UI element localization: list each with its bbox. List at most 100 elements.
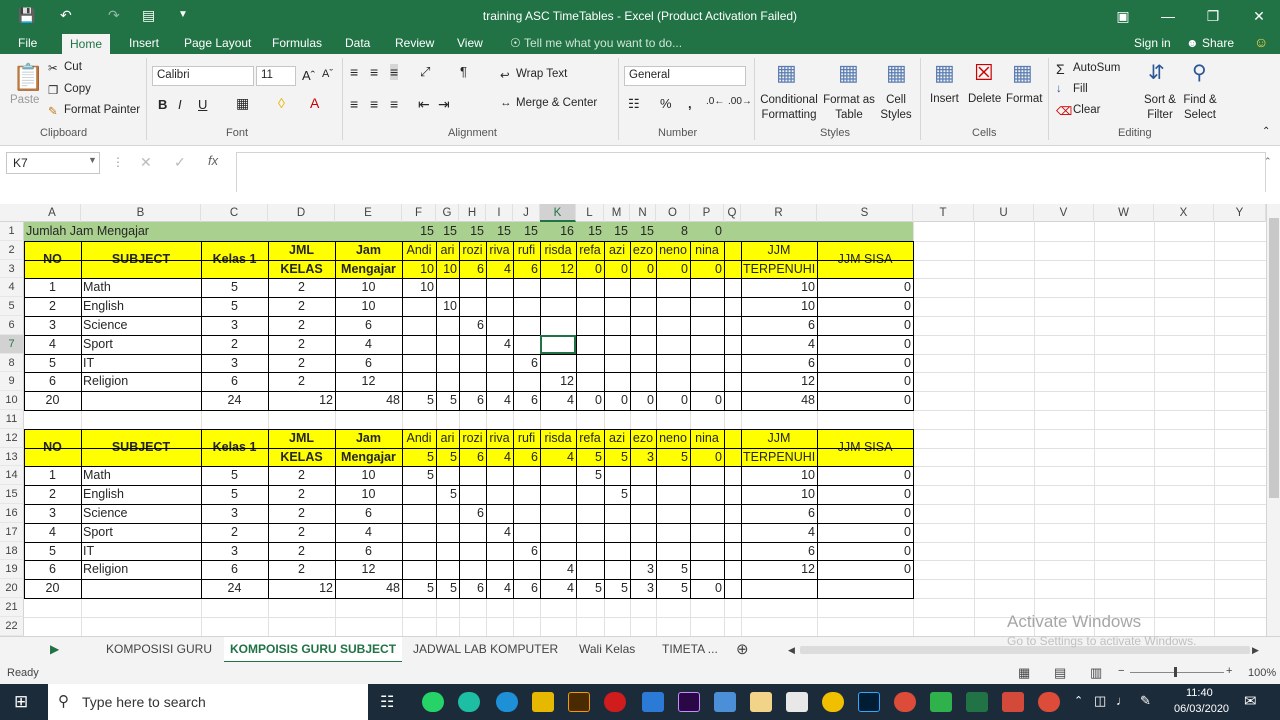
- row-header[interactable]: 3: [0, 259, 24, 279]
- fill-button[interactable]: Fill: [1073, 83, 1088, 95]
- format-painter-button[interactable]: Format Painter: [64, 104, 140, 116]
- cell[interactable]: 2: [268, 560, 335, 579]
- cell[interactable]: nina: [690, 241, 724, 260]
- page-layout-view-icon[interactable]: ▤: [1054, 665, 1066, 681]
- cell[interactable]: 2: [268, 278, 335, 297]
- conditional-formatting-icon[interactable]: ▦: [776, 60, 797, 86]
- tray-chevron-icon[interactable]: ⌃: [1074, 694, 1083, 707]
- cell[interactable]: IT: [81, 542, 201, 561]
- cell[interactable]: 5: [604, 579, 630, 598]
- cell[interactable]: 5: [604, 448, 630, 467]
- tab-data[interactable]: Data: [341, 36, 374, 54]
- cell[interactable]: 6: [201, 372, 268, 391]
- delete-cells-icon[interactable]: ☒: [974, 60, 994, 86]
- pen-icon[interactable]: ✎: [1140, 693, 1151, 709]
- cell[interactable]: 6: [459, 579, 486, 598]
- cell[interactable]: 0: [630, 391, 656, 410]
- cell[interactable]: 5: [604, 485, 630, 504]
- cell[interactable]: TERPENUHI: [741, 260, 817, 279]
- cell[interactable]: IT: [81, 354, 201, 373]
- ribbon-display-icon[interactable]: ▣: [1100, 4, 1146, 28]
- cell[interactable]: 3: [201, 542, 268, 561]
- paste-button[interactable]: Paste: [10, 94, 39, 106]
- cell[interactable]: 6: [335, 504, 402, 523]
- row-header[interactable]: 13: [0, 447, 24, 467]
- cell[interactable]: azi: [604, 429, 630, 448]
- cell[interactable]: 4: [486, 260, 513, 279]
- cell[interactable]: 10: [436, 297, 459, 316]
- cell-styles-icon[interactable]: ▦: [886, 60, 907, 86]
- format-painter-icon[interactable]: ✎: [48, 104, 58, 118]
- cell[interactable]: 10: [741, 278, 817, 297]
- cell[interactable]: 2: [268, 335, 335, 354]
- cell[interactable]: 0: [817, 485, 913, 504]
- column-header[interactable]: W: [1094, 204, 1154, 222]
- windows-start-icon[interactable]: ⊞: [14, 692, 28, 712]
- align-bottom-icon[interactable]: ≡: [390, 64, 399, 80]
- cell[interactable]: rozi: [459, 241, 486, 260]
- row-header[interactable]: 1: [0, 222, 24, 241]
- tab-file[interactable]: File: [14, 36, 41, 54]
- cancel-icon[interactable]: ✕: [140, 154, 152, 171]
- cell[interactable]: refa: [576, 241, 604, 260]
- cell[interactable]: 48: [335, 579, 402, 598]
- cell[interactable]: 15: [486, 222, 513, 241]
- row-header[interactable]: 7: [0, 334, 24, 354]
- sort-filter-icon[interactable]: ⇵: [1148, 60, 1165, 85]
- cell[interactable]: 20: [24, 579, 81, 598]
- row-header[interactable]: 17: [0, 522, 24, 542]
- cell[interactable]: 10: [335, 485, 402, 504]
- normal-view-icon[interactable]: ▦: [1018, 665, 1030, 681]
- column-header[interactable]: K: [540, 204, 576, 222]
- autosum-button[interactable]: AutoSum: [1073, 62, 1120, 74]
- cell[interactable]: 5: [24, 542, 81, 561]
- cell[interactable]: 6: [24, 560, 81, 579]
- insert-cells-icon[interactable]: ▦: [934, 60, 955, 86]
- add-sheet-icon[interactable]: ⊕: [736, 640, 749, 658]
- accounting-icon[interactable]: ☷: [628, 96, 640, 112]
- cell[interactable]: 0: [817, 316, 913, 335]
- column-header[interactable]: Q: [724, 204, 741, 222]
- decrease-decimal-icon[interactable]: .00→: [728, 96, 752, 107]
- cell[interactable]: rufi: [513, 241, 540, 260]
- cell[interactable]: KELAS: [268, 260, 335, 279]
- cell[interactable]: 0: [656, 260, 690, 279]
- cell[interactable]: 4: [24, 523, 81, 542]
- cell[interactable]: refa: [576, 429, 604, 448]
- cell[interactable]: 15: [630, 222, 656, 241]
- name-box[interactable]: K7: [6, 152, 100, 174]
- shrink-font-icon[interactable]: Aˇ: [322, 68, 333, 80]
- cell[interactable]: 6: [513, 391, 540, 410]
- cell[interactable]: 5: [436, 391, 459, 410]
- cell[interactable]: 5: [656, 560, 690, 579]
- edge-icon[interactable]: [496, 692, 518, 712]
- cell[interactable]: 15: [576, 222, 604, 241]
- wrap-text-icon[interactable]: ↩: [500, 68, 510, 82]
- cell[interactable]: Kelas 1: [201, 241, 268, 279]
- cell[interactable]: 5: [201, 297, 268, 316]
- comma-icon[interactable]: ,: [688, 96, 692, 111]
- row-header[interactable]: 16: [0, 504, 24, 523]
- fill-icon[interactable]: ↓: [1056, 83, 1062, 95]
- minimize-button[interactable]: —: [1145, 4, 1191, 28]
- cell[interactable]: 0: [817, 278, 913, 297]
- row-header[interactable]: 15: [0, 485, 24, 504]
- cell[interactable]: Math: [81, 466, 201, 485]
- vlc-icon[interactable]: [822, 692, 844, 712]
- cell[interactable]: Mengajar: [335, 260, 402, 279]
- cell[interactable]: 0: [604, 260, 630, 279]
- hscroll-left-icon[interactable]: ◀: [788, 645, 795, 656]
- paste-icon[interactable]: 📋: [12, 62, 44, 93]
- cell[interactable]: 3: [630, 579, 656, 598]
- opera-icon[interactable]: [604, 692, 626, 712]
- inkscape-icon[interactable]: [786, 692, 808, 712]
- cell[interactable]: 15: [604, 222, 630, 241]
- format-table-icon[interactable]: ▦: [838, 60, 859, 86]
- task-view-icon[interactable]: ☷: [380, 692, 394, 712]
- cell[interactable]: risda: [540, 241, 576, 260]
- cell[interactable]: 5: [402, 448, 436, 467]
- cell[interactable]: 2: [268, 354, 335, 373]
- cell[interactable]: JML: [268, 241, 335, 260]
- cell[interactable]: 0: [817, 297, 913, 316]
- mail-icon[interactable]: [642, 692, 664, 712]
